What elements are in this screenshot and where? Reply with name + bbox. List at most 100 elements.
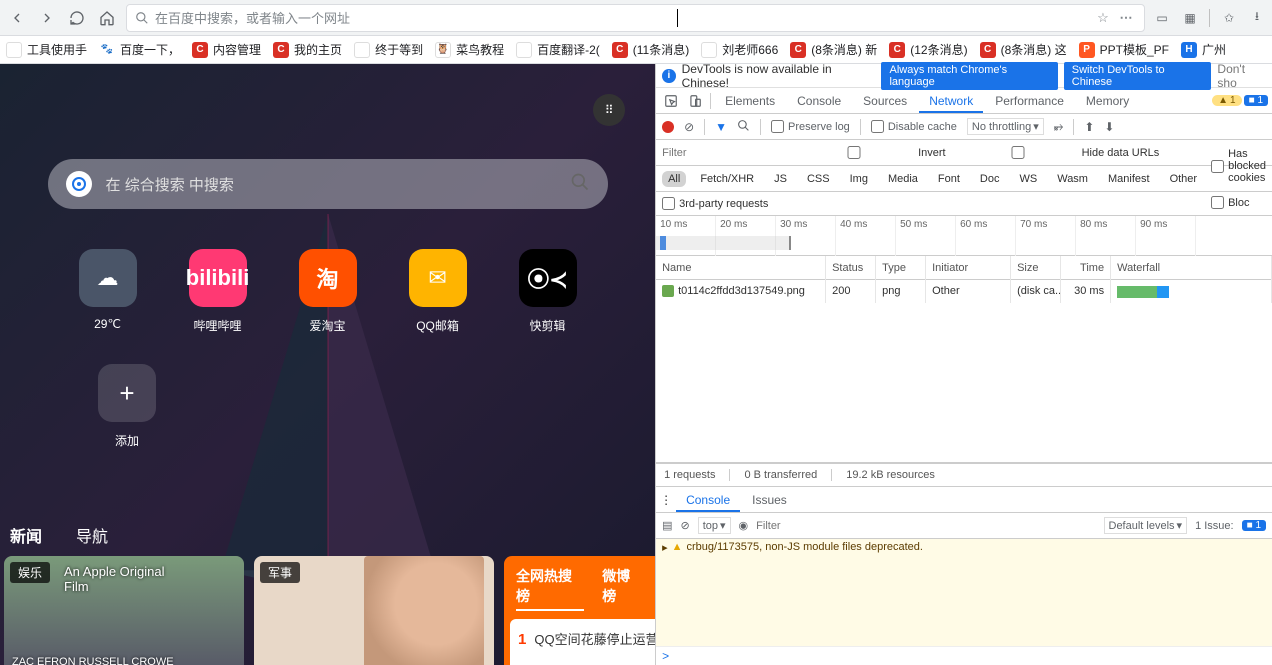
bookmark-item[interactable]: C(12条消息): [889, 41, 967, 58]
filter-input[interactable]: [662, 147, 782, 159]
tab-network[interactable]: Network: [919, 89, 983, 113]
tile-icon: bilibili: [189, 249, 247, 307]
inspect-icon[interactable]: [660, 94, 682, 108]
drawer-menu-icon[interactable]: ⋮: [660, 493, 672, 507]
tab-elements[interactable]: Elements: [715, 89, 785, 113]
forward-button[interactable]: [36, 7, 58, 29]
devtools-panel: i DevTools is now available in Chinese! …: [655, 64, 1272, 665]
tile-qqmail[interactable]: ✉QQ邮箱: [409, 249, 467, 334]
tile-weather[interactable]: ☁29℃: [79, 249, 137, 334]
type-filter[interactable]: Doc: [974, 171, 1006, 187]
drawer-tab-console[interactable]: Console: [676, 488, 740, 512]
search-submit-icon[interactable]: [570, 172, 590, 196]
bookmark-label: (8条消息) 新: [811, 41, 877, 58]
upload-har-icon[interactable]: ⬆: [1084, 120, 1094, 134]
bookmark-item[interactable]: 🦉菜鸟教程: [435, 41, 504, 58]
tab-sources[interactable]: Sources: [853, 89, 917, 113]
bookmark-item[interactable]: ◎刘老师666: [701, 41, 778, 58]
throttling-select[interactable]: No throttling ▾: [967, 118, 1044, 135]
type-filter[interactable]: Manifest: [1102, 171, 1156, 187]
network-timeline[interactable]: 10 ms20 ms30 ms40 ms50 ms60 ms70 ms80 ms…: [656, 216, 1272, 256]
back-button[interactable]: [6, 7, 28, 29]
browser-toolbar: 在百度中搜索，或者输入一个网址 ☆ ⋯ ▭ ▦ ✩ ⭳: [0, 0, 1272, 36]
clear-button[interactable]: ⊘: [684, 120, 694, 134]
type-filter[interactable]: All: [662, 171, 686, 187]
feed-card-hotlist[interactable]: 全网热搜榜 微博榜 资讯榜 1QQ空间花藤停止运营: [504, 556, 655, 665]
search-bar[interactable]: 在 综合搜索 中搜索: [48, 159, 608, 209]
bookmark-item[interactable]: C内容管理: [192, 41, 261, 58]
more-icon[interactable]: ⋯: [1118, 9, 1136, 27]
home-button[interactable]: [96, 7, 118, 29]
bookmark-item[interactable]: ◎终于等到: [354, 41, 423, 58]
tab-memory[interactable]: Memory: [1076, 89, 1139, 113]
favorites-icon[interactable]: ✩: [1220, 9, 1238, 27]
type-filter[interactable]: Other: [1164, 171, 1204, 187]
bookmark-item[interactable]: C(8条消息) 这: [980, 41, 1067, 58]
tile-kuaijian[interactable]: ⦿≺快剪辑: [519, 249, 577, 334]
bookmark-item[interactable]: C(11条消息): [612, 41, 689, 58]
console-clear-icon[interactable]: ⊘: [681, 519, 690, 532]
warnings-badge[interactable]: ▲ 1: [1212, 95, 1241, 106]
tab-performance[interactable]: Performance: [985, 89, 1074, 113]
bookmark-item[interactable]: 🐾百度一下，: [99, 41, 180, 58]
tile-bilibili[interactable]: bilibili哔哩哔哩: [189, 249, 247, 334]
console-issue-badge[interactable]: ■ 1: [1242, 520, 1266, 531]
bookmark-item[interactable]: H广州: [1181, 41, 1226, 58]
console-context-select[interactable]: top ▾: [698, 517, 731, 534]
console-filter-input[interactable]: [756, 520, 1095, 532]
invert-checkbox[interactable]: Invert: [794, 146, 946, 159]
device-icon[interactable]: [684, 94, 706, 108]
bookmark-item[interactable]: 译百度翻译-2(: [516, 41, 600, 58]
download-har-icon[interactable]: ⬇: [1104, 120, 1114, 134]
console-sidebar-icon[interactable]: ▤: [662, 519, 672, 532]
favicon: C: [273, 42, 289, 58]
feed-card-military[interactable]: 军事: [254, 556, 494, 665]
blocked-cookies-checkbox[interactable]: Has blocked cookies: [1211, 148, 1266, 184]
eye-icon[interactable]: ◉: [739, 519, 749, 532]
reload-button[interactable]: [66, 7, 88, 29]
type-filter[interactable]: Img: [844, 171, 874, 187]
feed-tab-news[interactable]: 新闻: [8, 519, 44, 551]
address-bar[interactable]: 在百度中搜索，或者输入一个网址 ☆ ⋯: [126, 4, 1145, 32]
wifi-icon[interactable]: ⥵: [1054, 119, 1064, 134]
console-warning-line[interactable]: ▸ ▲ crbug/1173575, non-JS module files d…: [662, 541, 1266, 554]
search-icon[interactable]: [737, 119, 750, 135]
bookmark-item[interactable]: ≡工具使用手: [6, 41, 87, 58]
expand-caret-icon[interactable]: ▸: [662, 541, 668, 554]
apps-menu-button[interactable]: ⠿: [593, 94, 625, 126]
issues-badge[interactable]: ■ 1: [1244, 95, 1268, 106]
type-filter[interactable]: Fetch/XHR: [694, 171, 760, 187]
filter-toggle-icon[interactable]: ▼: [715, 120, 727, 134]
reader-icon[interactable]: ▭: [1153, 9, 1171, 27]
tile-label: QQ邮箱: [416, 317, 459, 334]
star-icon[interactable]: ☆: [1094, 9, 1112, 27]
third-party-checkbox[interactable]: 3rd-party requests: [662, 197, 768, 210]
bookmark-item[interactable]: C(8条消息) 新: [790, 41, 877, 58]
bookmark-item[interactable]: C我的主页: [273, 41, 342, 58]
tile-taobao[interactable]: 淘爱淘宝: [299, 249, 357, 334]
add-tile[interactable]: + 添加: [98, 364, 156, 449]
feed-card-entertainment[interactable]: 娱乐 An Apple Original Film ZAC EFRON RUSS…: [4, 556, 244, 665]
bookmark-item[interactable]: PPPT模板_PF: [1079, 41, 1169, 58]
apps-icon[interactable]: ▦: [1181, 9, 1199, 27]
console-prompt[interactable]: [656, 646, 1272, 665]
type-filter[interactable]: Font: [932, 171, 966, 187]
hide-data-urls-checkbox[interactable]: Hide data URLs: [958, 146, 1160, 159]
drawer-tab-issues[interactable]: Issues: [742, 488, 797, 512]
feed-tab-nav[interactable]: 导航: [74, 519, 110, 551]
record-button[interactable]: [662, 121, 674, 133]
disable-cache-checkbox[interactable]: Disable cache: [871, 120, 957, 133]
match-language-button[interactable]: Always match Chrome's language: [881, 62, 1057, 90]
table-row[interactable]: t0114c2ffdd3d137549.png 200 png Other (d…: [656, 280, 1272, 302]
type-filter[interactable]: WS: [1013, 171, 1043, 187]
download-icon[interactable]: ⭳: [1248, 9, 1266, 27]
log-levels-select[interactable]: Default levels ▾: [1104, 517, 1188, 534]
type-filter[interactable]: Media: [882, 171, 924, 187]
type-filter[interactable]: CSS: [801, 171, 836, 187]
tab-console[interactable]: Console: [787, 89, 851, 113]
preserve-log-checkbox[interactable]: Preserve log: [771, 120, 850, 133]
type-filter[interactable]: JS: [768, 171, 793, 187]
favicon: 🐾: [99, 42, 115, 58]
switch-language-button[interactable]: Switch DevTools to Chinese: [1064, 62, 1212, 90]
type-filter[interactable]: Wasm: [1051, 171, 1094, 187]
